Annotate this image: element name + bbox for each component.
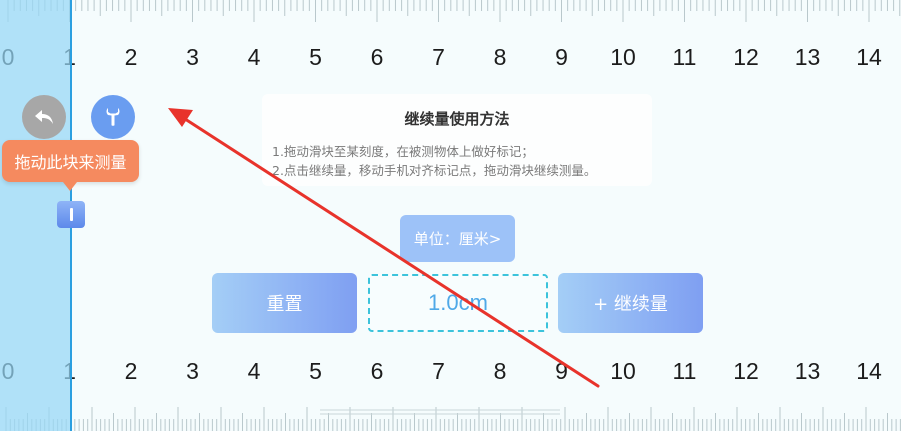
wrench-icon <box>106 108 120 126</box>
measurement-value: 1.0cm <box>428 290 488 315</box>
continue-measure-button[interactable]: + 继续量 <box>558 273 703 333</box>
ruler-number-bottom: 4 <box>247 358 261 384</box>
instruction-step-2: 2.点击继续量，移动手机对齐标记点，拖动滑块继续测量。 <box>272 163 597 178</box>
ruler-number-top: 6 <box>370 44 384 70</box>
ruler-number-bottom: 3 <box>186 358 199 384</box>
drag-hint-label: 拖动此块来测量 <box>14 153 127 172</box>
ruler-number-top: 12 <box>733 44 759 70</box>
ruler-number-bottom: 9 <box>555 358 568 384</box>
ruler-number-top: 2 <box>124 44 138 70</box>
measure-slider-handle[interactable] <box>57 201 85 228</box>
ruler-number-bottom: 11 <box>672 358 697 384</box>
ruler-number-top: 7 <box>432 44 445 70</box>
reset-button[interactable]: 重置 <box>212 273 357 333</box>
ruler-number-top: 11 <box>672 44 697 70</box>
back-button[interactable] <box>22 95 66 139</box>
ruler-number-bottom: 5 <box>309 358 322 384</box>
ruler-number-top: 3 <box>186 44 199 70</box>
ruler-number-top: 4 <box>247 44 261 70</box>
ruler-number-bottom: 14 <box>856 358 882 384</box>
measurement-value-display: 1.0cm <box>368 274 548 332</box>
ruler-number-top: 13 <box>794 44 821 70</box>
ruler-number-top: 10 <box>610 44 636 70</box>
tooltip-pointer <box>63 182 77 191</box>
ruler-number-bottom: 7 <box>432 358 445 384</box>
ruler-number-bottom: 8 <box>493 358 507 384</box>
ruler-number-bottom: 6 <box>370 358 384 384</box>
unit-select-button[interactable]: 单位：厘米> <box>400 215 515 262</box>
settings-button[interactable] <box>91 95 135 139</box>
ruler-number-top: 14 <box>856 44 882 70</box>
ruler-number-top: 8 <box>493 44 507 70</box>
instructions-title: 继续量使用方法 <box>404 110 510 128</box>
ruler-number-bottom: 12 <box>733 358 759 384</box>
instructions-card: 继续量使用方法 1.拖动滑块至某刻度，在被测物体上做好标记； 2.点击继续量，移… <box>262 94 652 186</box>
ruler-number-bottom: 10 <box>610 358 636 384</box>
ruler-number-top: 5 <box>309 44 322 70</box>
ruler-number-bottom: 13 <box>794 358 821 384</box>
slider-grip-icon <box>69 208 73 221</box>
ruler-number-top: 9 <box>555 44 568 70</box>
ruler-number-bottom: 2 <box>124 358 138 384</box>
undo-arrow-icon <box>35 110 53 124</box>
drag-hint-tooltip: 拖动此块来测量 <box>2 140 139 182</box>
instruction-step-1: 1.拖动滑块至某刻度，在被测物体上做好标记； <box>272 144 534 159</box>
